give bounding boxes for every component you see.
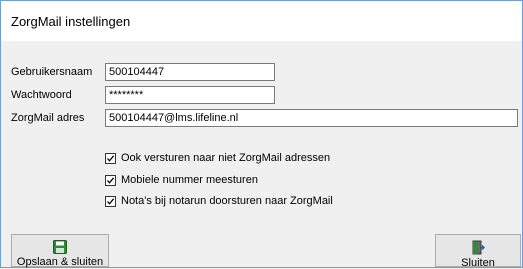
settings-window: ZorgMail instellingen Gebruikersnaam 500… <box>0 0 523 269</box>
checkmark-icon <box>107 176 115 184</box>
option-mobile-number[interactable]: Mobiele nummer meesturen <box>105 173 258 187</box>
option-label: Nota's bij notarun doorsturen naar ZorgM… <box>121 195 333 207</box>
username-field[interactable]: 500104447 <box>105 63 275 81</box>
option-label: Mobiele nummer meesturen <box>121 174 258 186</box>
option-label: Ook versturen naar niet ZorgMail adresse… <box>121 152 331 164</box>
password-label: Wachtwoord <box>11 89 72 101</box>
username-label: Gebruikersnaam <box>11 66 93 78</box>
save-and-close-label: Opslaan & sluiten <box>16 256 104 268</box>
window-title: ZorgMail instellingen <box>11 14 131 29</box>
address-label: ZorgMail adres <box>11 112 85 124</box>
checkbox-mobile-number[interactable] <box>105 174 116 186</box>
checkbox-forward-notas[interactable] <box>105 195 116 207</box>
password-field[interactable]: ******** <box>105 86 275 104</box>
checkmark-icon <box>107 154 115 162</box>
exit-door-icon <box>472 240 485 255</box>
address-field[interactable]: 500104447@lms.lifeline.nl <box>105 109 518 127</box>
close-button[interactable]: Sluiten <box>435 234 521 269</box>
save-and-close-button[interactable]: Opslaan & sluiten <box>11 234 109 268</box>
close-label: Sluiten <box>461 257 495 269</box>
option-send-non-zorgmail[interactable]: Ook versturen naar niet ZorgMail adresse… <box>105 151 330 165</box>
checkmark-icon <box>107 197 115 205</box>
checkbox-send-non-zorgmail[interactable] <box>105 152 116 164</box>
option-forward-notas[interactable]: Nota's bij notarun doorsturen naar ZorgM… <box>105 194 333 208</box>
title-bar: ZorgMail instellingen <box>1 1 522 41</box>
floppy-disk-icon <box>53 240 67 254</box>
